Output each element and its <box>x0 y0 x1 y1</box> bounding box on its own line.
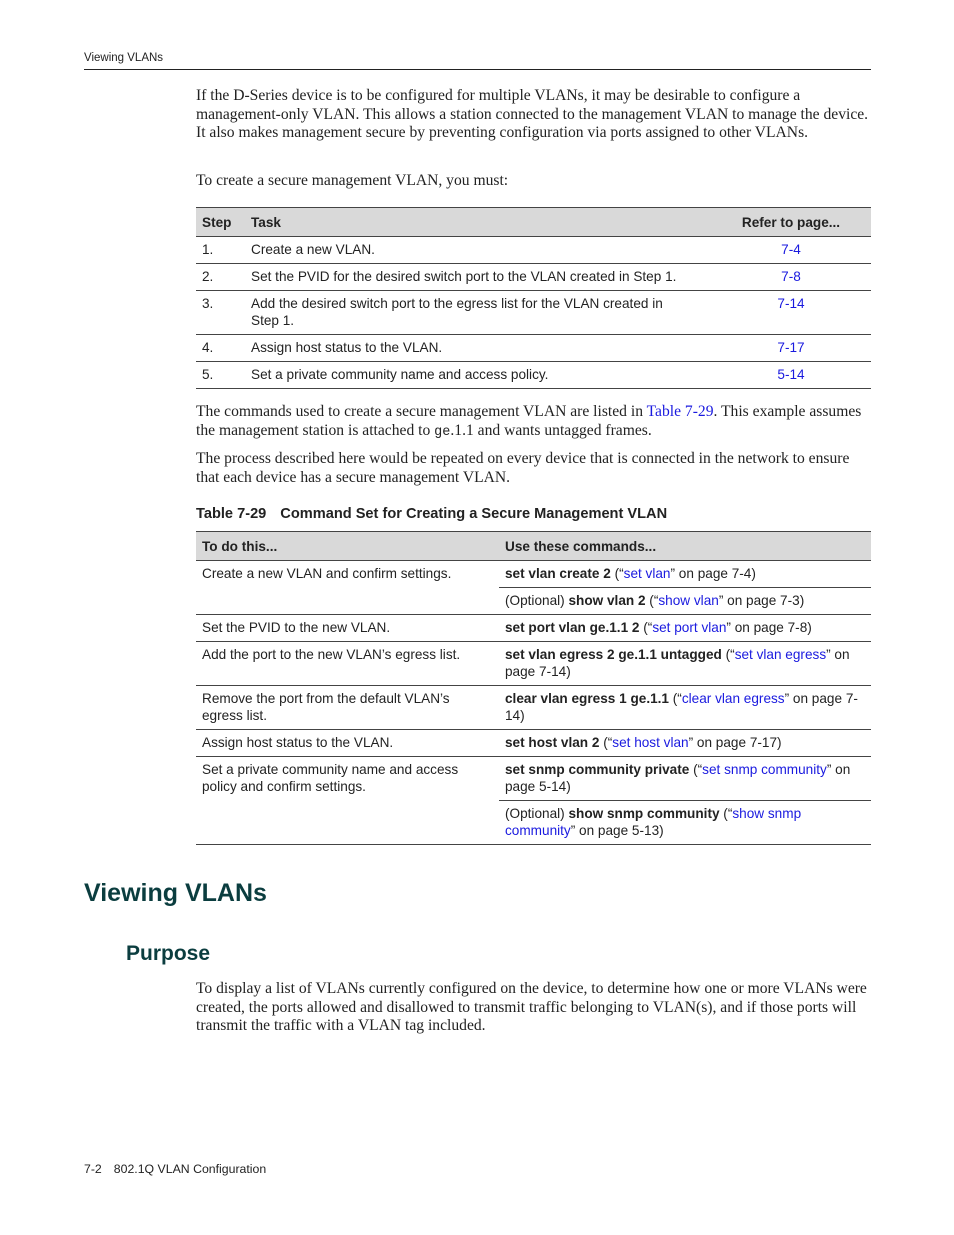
command-text: set vlan egress 2 ge.1.1 untagged <box>505 647 722 662</box>
steps-table: Step Task Refer to page... 1. Create a n… <box>196 207 871 389</box>
text: ” on page 7-3) <box>718 593 805 608</box>
header-ref: Refer to page... <box>711 207 871 237</box>
command-cell: (Optional) show vlan 2 (“show vlan” on p… <box>499 587 871 615</box>
table-row: 5. Set a private community name and acce… <box>196 361 871 389</box>
step-task: Add the desired switch port to the egres… <box>245 290 711 335</box>
command-ref-link[interactable]: set vlan <box>624 566 671 581</box>
header-task: Task <box>245 207 711 237</box>
text: .1.1 and wants untagged frames. <box>450 421 652 439</box>
step-number: 2. <box>196 263 245 291</box>
command-cell: clear vlan egress 1 ge.1.1 (“clear vlan … <box>499 685 871 730</box>
text: (“ <box>719 806 733 821</box>
text: (“ <box>610 566 624 581</box>
command-text: show vlan 2 <box>568 593 646 608</box>
command-ref-link[interactable]: set snmp community <box>702 762 827 777</box>
command-cell: (Optional) show snmp community (“show sn… <box>499 800 871 845</box>
step-task: Set the PVID for the desired switch port… <box>245 263 711 291</box>
command-text: set host vlan 2 <box>505 735 600 750</box>
text: (“ <box>599 735 613 750</box>
task-cell: Remove the port from the default VLAN’s … <box>196 685 499 730</box>
table-number: Table 7-29 <box>196 506 267 522</box>
command-table-header: To do this... Use these commands... <box>196 531 871 561</box>
command-text: set port vlan ge.1.1 2 <box>505 620 640 635</box>
page-ref-link[interactable]: 5-14 <box>777 367 804 382</box>
command-text: show snmp community <box>568 806 720 821</box>
chapter-title: 802.1Q VLAN Configuration <box>113 1162 267 1176</box>
intro-paragraph: If the D-Series device is to be configur… <box>196 87 869 141</box>
header-task: To do this... <box>196 531 499 561</box>
task-cell: Add the port to the new VLAN’s egress li… <box>196 641 499 686</box>
command-cell: set host vlan 2 (“set host vlan” on page… <box>499 729 871 757</box>
text: ” on page 5-13) <box>570 823 664 838</box>
table-row: Set a private community name and access … <box>196 756 871 845</box>
page-ref-link[interactable]: 7-14 <box>777 296 804 311</box>
step-task: Assign host status to the VLAN. <box>245 334 711 362</box>
page-ref-link[interactable]: 7-4 <box>781 242 801 257</box>
command-ref-link[interactable]: clear vlan egress <box>682 691 785 706</box>
page-ref-link[interactable]: 7-8 <box>781 269 801 284</box>
page-number: 7-2 <box>84 1162 102 1176</box>
header-commands: Use these commands... <box>499 531 871 561</box>
page-ref-link[interactable]: 7-17 <box>777 340 804 355</box>
step-task: Set a private community name and access … <box>245 361 711 389</box>
command-ref-link[interactable]: set port vlan <box>652 620 726 635</box>
step-number: 1. <box>196 236 245 264</box>
table-row: Set the PVID to the new VLAN. set port v… <box>196 614 871 642</box>
command-cell: set vlan create 2 (“set vlan” on page 7-… <box>499 560 871 588</box>
step-task: Create a new VLAN. <box>245 236 711 264</box>
table-row: 4. Assign host status to the VLAN. 7-17 <box>196 334 871 362</box>
step-number: 4. <box>196 334 245 362</box>
command-text: set vlan create 2 <box>505 566 611 581</box>
table-row: Add the port to the new VLAN’s egress li… <box>196 641 871 686</box>
command-ref-link[interactable]: set vlan egress <box>735 647 826 662</box>
table-row: Assign host status to the VLAN. set host… <box>196 729 871 757</box>
purpose-paragraph: To display a list of VLANs currently con… <box>196 980 867 1034</box>
task-cell: Set a private community name and access … <box>196 756 499 845</box>
text: ” on page 7-4) <box>670 566 756 581</box>
command-ref-link[interactable]: set host vlan <box>612 735 688 750</box>
command-table: To do this... Use these commands... Crea… <box>196 531 871 845</box>
command-text: clear vlan egress 1 ge.1.1 <box>505 691 669 706</box>
step-number: 5. <box>196 361 245 389</box>
text: ” on page 7-8) <box>726 620 812 635</box>
table-row: 2. Set the PVID for the desired switch p… <box>196 263 871 291</box>
header-step: Step <box>196 207 245 237</box>
text: (Optional) <box>505 593 569 608</box>
intro-lead-paragraph: To create a secure management VLAN, you … <box>196 172 509 189</box>
text: (“ <box>639 620 653 635</box>
subsection-heading: Purpose <box>126 942 211 965</box>
commands-paragraph: The commands used to create a secure man… <box>196 403 871 442</box>
command-text: set snmp community private <box>505 762 690 777</box>
task-cell: Assign host status to the VLAN. <box>196 729 499 757</box>
port-code: ge <box>434 424 451 440</box>
text: (“ <box>669 691 682 706</box>
text: (Optional) <box>505 806 569 821</box>
table-row: Remove the port from the default VLAN’s … <box>196 685 871 730</box>
page-footer: 7-2 802.1Q VLAN Configuration <box>84 1162 266 1176</box>
header-rule <box>84 69 871 70</box>
process-paragraph: The process described here would be repe… <box>196 450 850 486</box>
text: ” on page 7-17) <box>688 735 782 750</box>
command-ref-link[interactable]: show vlan <box>658 593 718 608</box>
text: (“ <box>689 762 703 777</box>
running-header: Viewing VLANs <box>84 52 164 64</box>
table-row: 1. Create a new VLAN. 7-4 <box>196 236 871 264</box>
task-cell: Set the PVID to the new VLAN. <box>196 614 499 642</box>
command-cell: set snmp community private (“set snmp co… <box>499 756 871 801</box>
text: The commands used to create a secure man… <box>196 403 647 420</box>
table-title: Command Set for Creating a Secure Manage… <box>280 506 668 522</box>
command-cell: set vlan egress 2 ge.1.1 untagged (“set … <box>499 641 871 686</box>
steps-table-header: Step Task Refer to page... <box>196 207 871 237</box>
step-number: 3. <box>196 290 245 335</box>
section-heading: Viewing VLANs <box>84 879 267 907</box>
text: (“ <box>721 647 735 662</box>
table-row: 3. Add the desired switch port to the eg… <box>196 290 871 335</box>
table-row: Create a new VLAN and confirm settings. … <box>196 560 871 615</box>
table-caption: Table 7-29 Command Set for Creating a Sec… <box>196 506 667 522</box>
text: (“ <box>645 593 659 608</box>
command-cell: set port vlan ge.1.1 2 (“set port vlan” … <box>499 614 871 642</box>
table-xref-link[interactable]: Table 7-29 <box>647 403 714 420</box>
task-cell: Create a new VLAN and confirm settings. <box>196 560 499 615</box>
